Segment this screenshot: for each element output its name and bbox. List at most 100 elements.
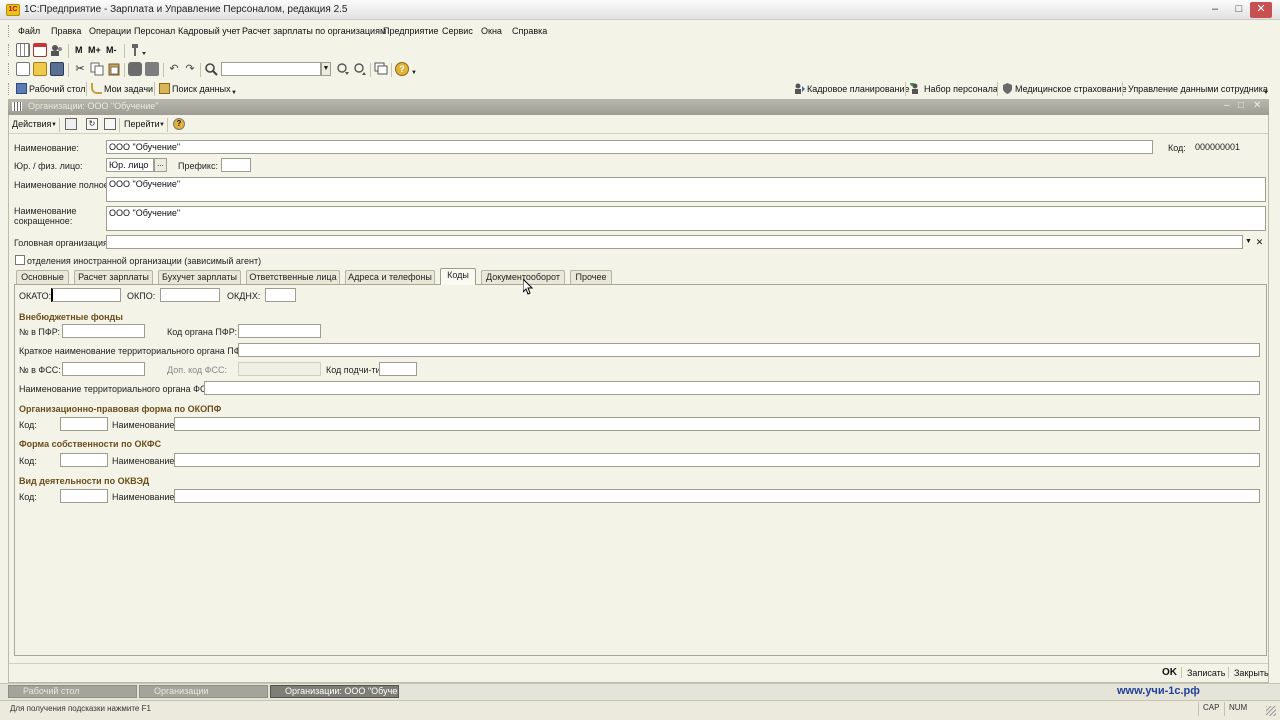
refresh-icon[interactable]: ↻ xyxy=(86,118,98,130)
minimize-icon[interactable]: – xyxy=(1204,2,1226,18)
more-dropdown-icon[interactable]: ▼ xyxy=(231,90,237,96)
tab-responsible[interactable]: Ответственные лица xyxy=(246,270,340,284)
okfs-code-field[interactable] xyxy=(60,453,108,467)
okato-field[interactable] xyxy=(51,288,121,302)
menu-enterprise[interactable]: Предприятие xyxy=(383,26,438,36)
goto-menu[interactable]: Перейти xyxy=(124,119,160,129)
menu-edit[interactable]: Правка xyxy=(51,26,81,36)
okopf-name-field[interactable] xyxy=(174,417,1260,431)
copy-record-icon[interactable] xyxy=(104,118,116,130)
windows-icon[interactable] xyxy=(374,62,388,76)
hr-planning-button[interactable]: Кадровое планирование xyxy=(807,84,910,94)
fss-territory-field[interactable] xyxy=(204,381,1260,395)
calendar-icon[interactable] xyxy=(33,43,47,57)
undo-icon[interactable]: ↶ xyxy=(167,62,181,76)
head-org-field[interactable] xyxy=(106,235,1243,249)
tab-basic[interactable]: Основные xyxy=(16,270,69,284)
menu-hr[interactable]: Кадровый учет xyxy=(178,26,240,36)
print-preview-icon[interactable] xyxy=(145,62,159,76)
data-search-button[interactable]: Поиск данных xyxy=(172,84,231,94)
search-icon[interactable] xyxy=(204,62,218,76)
write-button[interactable]: Записать xyxy=(1187,668,1225,678)
pfr-territory-field[interactable] xyxy=(238,343,1260,357)
cut-icon[interactable]: ✂ xyxy=(73,62,87,76)
grid-icon[interactable] xyxy=(16,43,30,57)
task-desktop[interactable]: Рабочий стол xyxy=(8,685,137,698)
okfs-name-field[interactable] xyxy=(174,453,1260,467)
ok-button[interactable]: OK xyxy=(1162,667,1177,678)
full-name-field[interactable]: ООО "Обучение" xyxy=(106,177,1266,202)
print-icon[interactable] xyxy=(128,62,142,76)
data-search-icon xyxy=(159,83,170,94)
pfr-num-field[interactable] xyxy=(62,324,145,338)
tools-icon[interactable] xyxy=(129,43,146,57)
actions-dropdown-icon[interactable]: ▼ xyxy=(51,122,57,128)
menu-payroll[interactable]: Расчет зарплаты по организациям xyxy=(242,26,386,36)
task-organization-form[interactable]: Организации: ООО "Обучен... xyxy=(270,685,399,698)
search-dropdown-icon[interactable]: ▼ xyxy=(321,62,331,76)
pfr-org-code-field[interactable] xyxy=(238,324,321,338)
m-icon[interactable]: М xyxy=(75,45,83,55)
menu-help[interactable]: Справка xyxy=(512,26,547,36)
employee-data-button[interactable]: Управление данными сотрудника xyxy=(1128,84,1268,94)
actions-menu[interactable]: Действия xyxy=(12,119,51,129)
post-icon[interactable] xyxy=(65,118,77,130)
okdnh-field[interactable] xyxy=(265,288,296,302)
m-minus-icon[interactable]: М- xyxy=(106,45,117,55)
sub-code-field[interactable] xyxy=(379,362,417,376)
okopf-code-field[interactable] xyxy=(60,417,108,431)
form-help-icon[interactable]: ? xyxy=(173,118,185,130)
resize-grip-icon[interactable] xyxy=(1266,706,1276,716)
menu-file[interactable]: Файл xyxy=(18,26,40,36)
menu-service[interactable]: Сервис xyxy=(442,26,473,36)
okved-code-field[interactable] xyxy=(60,489,108,503)
m-plus-icon[interactable]: М+ xyxy=(88,45,101,55)
name-field[interactable]: ООО "Обучение" xyxy=(106,140,1153,154)
search-input[interactable] xyxy=(221,62,321,76)
my-tasks-button[interactable]: Мои задачи xyxy=(104,84,153,94)
foreign-branch-checkbox[interactable] xyxy=(15,255,25,265)
code-value[interactable]: 000000001 xyxy=(1195,142,1240,152)
menu-personnel[interactable]: Персонал xyxy=(134,26,175,36)
legal-type-field[interactable]: Юр. лицо xyxy=(106,158,154,172)
copy-icon[interactable] xyxy=(90,62,104,76)
maximize-icon[interactable]: □ xyxy=(1228,2,1250,18)
tab-addresses[interactable]: Адреса и телефоны xyxy=(345,270,435,284)
okved-name-field[interactable] xyxy=(174,489,1260,503)
close-icon[interactable]: ✕ xyxy=(1250,2,1272,18)
menu-windows[interactable]: Окна xyxy=(481,26,502,36)
task-organizations[interactable]: Организации xyxy=(139,685,268,698)
users-icon[interactable] xyxy=(50,43,64,57)
menu-operations[interactable]: Операции xyxy=(89,26,131,36)
head-org-dropdown-icon[interactable]: ▼ xyxy=(1243,236,1254,248)
medical-insurance-button[interactable]: Медицинское страхование xyxy=(1015,84,1127,94)
okpo-field[interactable] xyxy=(160,288,220,302)
close-button[interactable]: Закрыть xyxy=(1234,668,1269,678)
legal-type-select-button[interactable]: ... xyxy=(154,158,167,172)
fss-num-field[interactable] xyxy=(62,362,145,376)
desktop-button[interactable]: Рабочий стол xyxy=(29,84,86,94)
head-org-clear-icon[interactable]: ✕ xyxy=(1254,236,1265,248)
form-close-icon[interactable]: ✕ xyxy=(1253,100,1261,111)
more-dropdown-icon[interactable]: ▼ xyxy=(1263,90,1269,96)
tab-payroll[interactable]: Расчет зарплаты xyxy=(74,270,153,284)
help-icon[interactable]: ? xyxy=(395,62,409,76)
tab-payroll-accounting[interactable]: Бухучет зарплаты xyxy=(158,270,241,284)
recruitment-button[interactable]: Набор персонала xyxy=(924,84,998,94)
help-dropdown-icon[interactable]: ▼ xyxy=(411,70,417,76)
find-prev-icon[interactable] xyxy=(353,62,367,76)
short-name-field[interactable]: ООО "Обучение" xyxy=(106,206,1266,231)
open-icon[interactable] xyxy=(33,62,47,76)
tab-other[interactable]: Прочее xyxy=(570,270,612,284)
find-next-icon[interactable] xyxy=(336,62,350,76)
tab-codes[interactable]: Коды xyxy=(440,268,476,285)
form-maximize-icon[interactable]: □ xyxy=(1238,100,1244,111)
new-document-icon[interactable] xyxy=(16,62,30,76)
paste-icon[interactable] xyxy=(107,62,121,76)
form-minimize-icon[interactable]: – xyxy=(1224,100,1230,111)
redo-icon[interactable]: ↷ xyxy=(183,62,197,76)
prefix-field[interactable] xyxy=(221,158,251,172)
goto-dropdown-icon[interactable]: ▼ xyxy=(159,122,165,128)
save-icon[interactable] xyxy=(50,62,64,76)
recruitment-icon xyxy=(910,82,921,94)
